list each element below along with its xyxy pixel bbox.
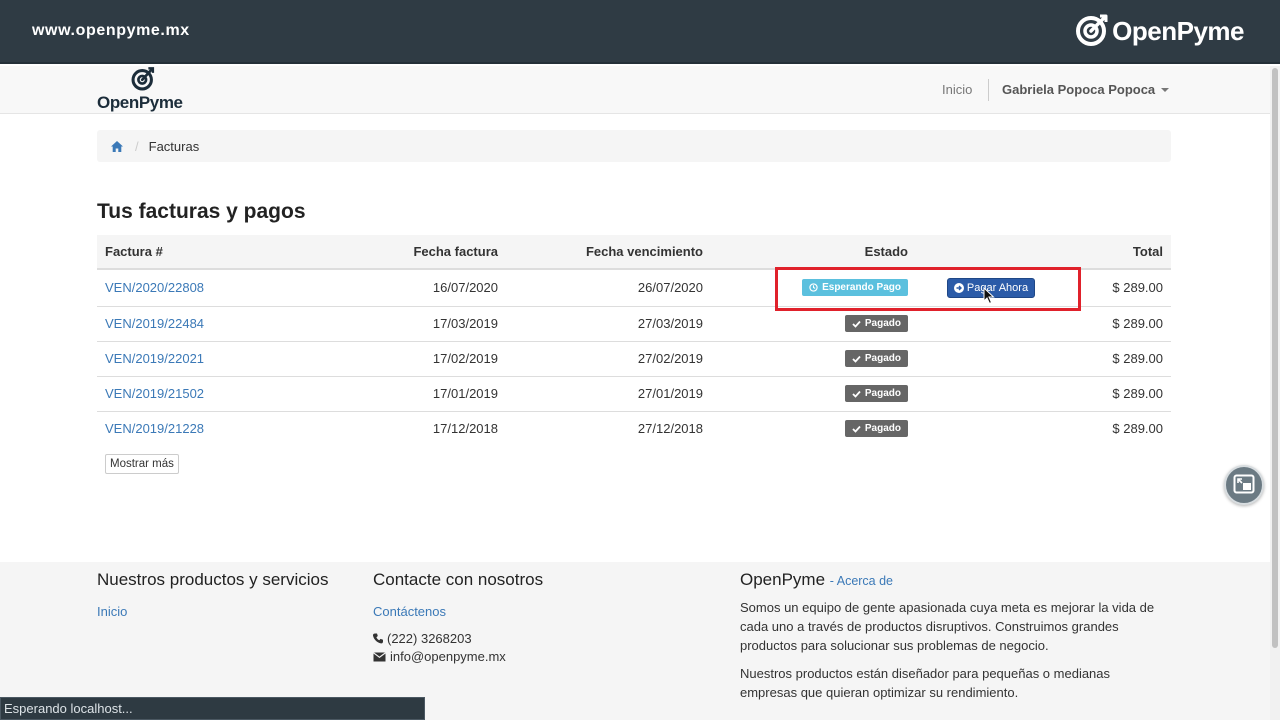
arrow-circle-right-icon <box>953 282 964 293</box>
picture-in-picture-icon <box>1233 474 1255 497</box>
banner-logo-text: OpenPyme <box>1112 16 1244 46</box>
openpyme-logo-icon <box>1075 13 1109 50</box>
footer-about: OpenPyme - Acerca de Somos un equipo de … <box>740 570 1165 702</box>
header-total: Total <box>1066 235 1171 270</box>
invoice-due-date: 27/02/2019 <box>506 340 711 376</box>
status-badge: Pagado <box>844 315 908 332</box>
table-row: VEN/2019/22021 17/02/2019 27/02/2019 Pag… <box>97 340 1171 376</box>
invoice-due-date: 27/03/2019 <box>506 305 711 341</box>
table-row: VEN/2019/22484 17/03/2019 27/03/2019 Pag… <box>97 305 1171 341</box>
footer-contact-heading: Contacte con nosotros <box>373 570 544 589</box>
user-name: Gabriela Popoca Popoca <box>1002 82 1156 97</box>
table-row: VEN/2019/21228 17/12/2018 27/12/2018 Pag… <box>97 410 1171 446</box>
status-badge: Pagado <box>844 350 908 367</box>
navbar: OpenPyme Inicio Gabriela Popoca Popoca <box>0 66 1270 114</box>
video-banner: www.openpyme.mx OpenPyme <box>0 0 1280 64</box>
status-badge: Pagado <box>844 420 908 438</box>
invoice-date: 17/01/2019 <box>302 375 506 411</box>
invoice-due-date: 27/01/2019 <box>506 375 711 411</box>
banner-logo: OpenPyme <box>1075 13 1244 50</box>
footer-about-link[interactable]: - Acerca de <box>830 574 893 588</box>
site-logo-text: OpenPyme <box>97 93 183 112</box>
header-fecha-vencimiento: Fecha vencimiento <box>506 235 711 270</box>
page-title: Tus facturas y pagos <box>97 200 306 223</box>
invoice-date: 17/02/2019 <box>302 340 506 376</box>
breadcrumb-current: Facturas <box>148 138 200 154</box>
status-text: Pagado <box>864 388 901 399</box>
mouse-cursor-icon <box>983 286 995 308</box>
invoice-due-date: 27/12/2018 <box>506 410 711 446</box>
invoice-date: 16/07/2020 <box>432 280 498 296</box>
invoices-table: Factura # Fecha factura Fecha vencimient… <box>97 235 1171 446</box>
check-icon <box>852 425 861 433</box>
footer-contact-link[interactable]: Contáctenos <box>373 604 446 619</box>
header-estado: Estado <box>711 235 916 270</box>
status-badge: Pagado <box>844 385 908 402</box>
phone-number: (222) 3268203 <box>387 631 472 646</box>
footer-about-title: OpenPyme <box>740 570 826 589</box>
footer-products: Nuestros productos y servicios Inicio <box>97 570 328 619</box>
invoice-total: $ 289.00 <box>1066 375 1171 411</box>
invoice-link[interactable]: VEN/2019/21502 <box>105 386 204 401</box>
browser-status-bar: Esperando localhost... <box>0 697 425 720</box>
footer-contact: Contacte con nosotros Contáctenos (222) … <box>373 570 543 664</box>
footer-products-heading: Nuestros productos y servicios <box>97 570 329 589</box>
status-text: Esperando Pago <box>822 282 901 294</box>
table-header-row: Factura # Fecha factura Fecha vencimient… <box>97 235 1171 270</box>
invoice-date: 17/12/2018 <box>302 410 506 446</box>
footer-about-paragraph-2: Nuestros productos están diseñador para … <box>740 666 1111 700</box>
invoice-link[interactable]: VEN/2019/22021 <box>105 351 204 366</box>
status-text: Pagado <box>864 423 901 435</box>
check-icon <box>852 390 861 398</box>
floating-window-button[interactable] <box>1224 465 1264 505</box>
table-row: VEN/2019/21502 17/01/2019 27/01/2019 Pag… <box>97 375 1171 411</box>
invoice-link[interactable]: VEN/2020/22808 <box>105 280 204 295</box>
status-badge: Esperando Pago <box>802 279 908 297</box>
invoice-link[interactable]: VEN/2019/21228 <box>105 421 204 436</box>
user-menu-dropdown[interactable]: Gabriela Popoca Popoca <box>1002 82 1170 97</box>
home-icon[interactable] <box>111 140 123 152</box>
caret-down-icon <box>1161 87 1170 92</box>
invoice-link[interactable]: VEN/2019/22484 <box>105 316 204 331</box>
site-logo[interactable]: OpenPyme <box>97 66 197 114</box>
banner-url: www.openpyme.mx <box>32 22 190 39</box>
invoice-total: $ 289.00 <box>1066 410 1171 446</box>
invoice-total: $ 289.00 <box>1112 280 1163 296</box>
header-fecha-factura: Fecha factura <box>302 235 506 270</box>
check-icon <box>852 355 861 363</box>
invoice-total: $ 289.00 <box>1066 305 1171 341</box>
nav-divider <box>988 79 989 101</box>
breadcrumb-separator: / <box>135 138 139 154</box>
page-scrollbar[interactable] <box>1270 66 1280 720</box>
openpyme-logo-icon <box>130 66 156 95</box>
scrollbar-thumb[interactable] <box>1272 68 1278 648</box>
envelope-icon <box>373 651 386 662</box>
pay-now-label: Pagar Ahora <box>966 281 1029 294</box>
nav-inicio-link[interactable]: Inicio <box>942 82 972 97</box>
header-factura: Factura # <box>97 235 302 270</box>
status-text: Pagado <box>864 353 901 364</box>
status-text: Pagado <box>864 318 901 329</box>
footer-email: info@openpyme.mx <box>373 649 543 664</box>
phone-icon <box>373 633 383 644</box>
invoice-date: 17/03/2019 <box>302 305 506 341</box>
show-more-button[interactable]: Mostrar más <box>105 454 179 474</box>
header-action <box>916 235 1066 270</box>
footer-about-heading: OpenPyme - Acerca de <box>740 570 1165 590</box>
breadcrumb: / Facturas <box>97 130 1171 162</box>
invoice-total: $ 289.00 <box>1066 340 1171 376</box>
footer-about-paragraph-1: Somos un equipo de gente apasionada cuya… <box>740 600 1155 653</box>
check-icon <box>852 320 861 328</box>
email-address: info@openpyme.mx <box>390 649 506 664</box>
table-row: VEN/2020/22808 16/07/2020 26/07/2020 Esp… <box>97 269 1171 306</box>
footer-inicio-link[interactable]: Inicio <box>97 604 127 619</box>
clock-icon <box>809 283 818 292</box>
invoice-due-date: 26/07/2020 <box>637 280 703 296</box>
footer-phone: (222) 3268203 <box>373 631 543 646</box>
